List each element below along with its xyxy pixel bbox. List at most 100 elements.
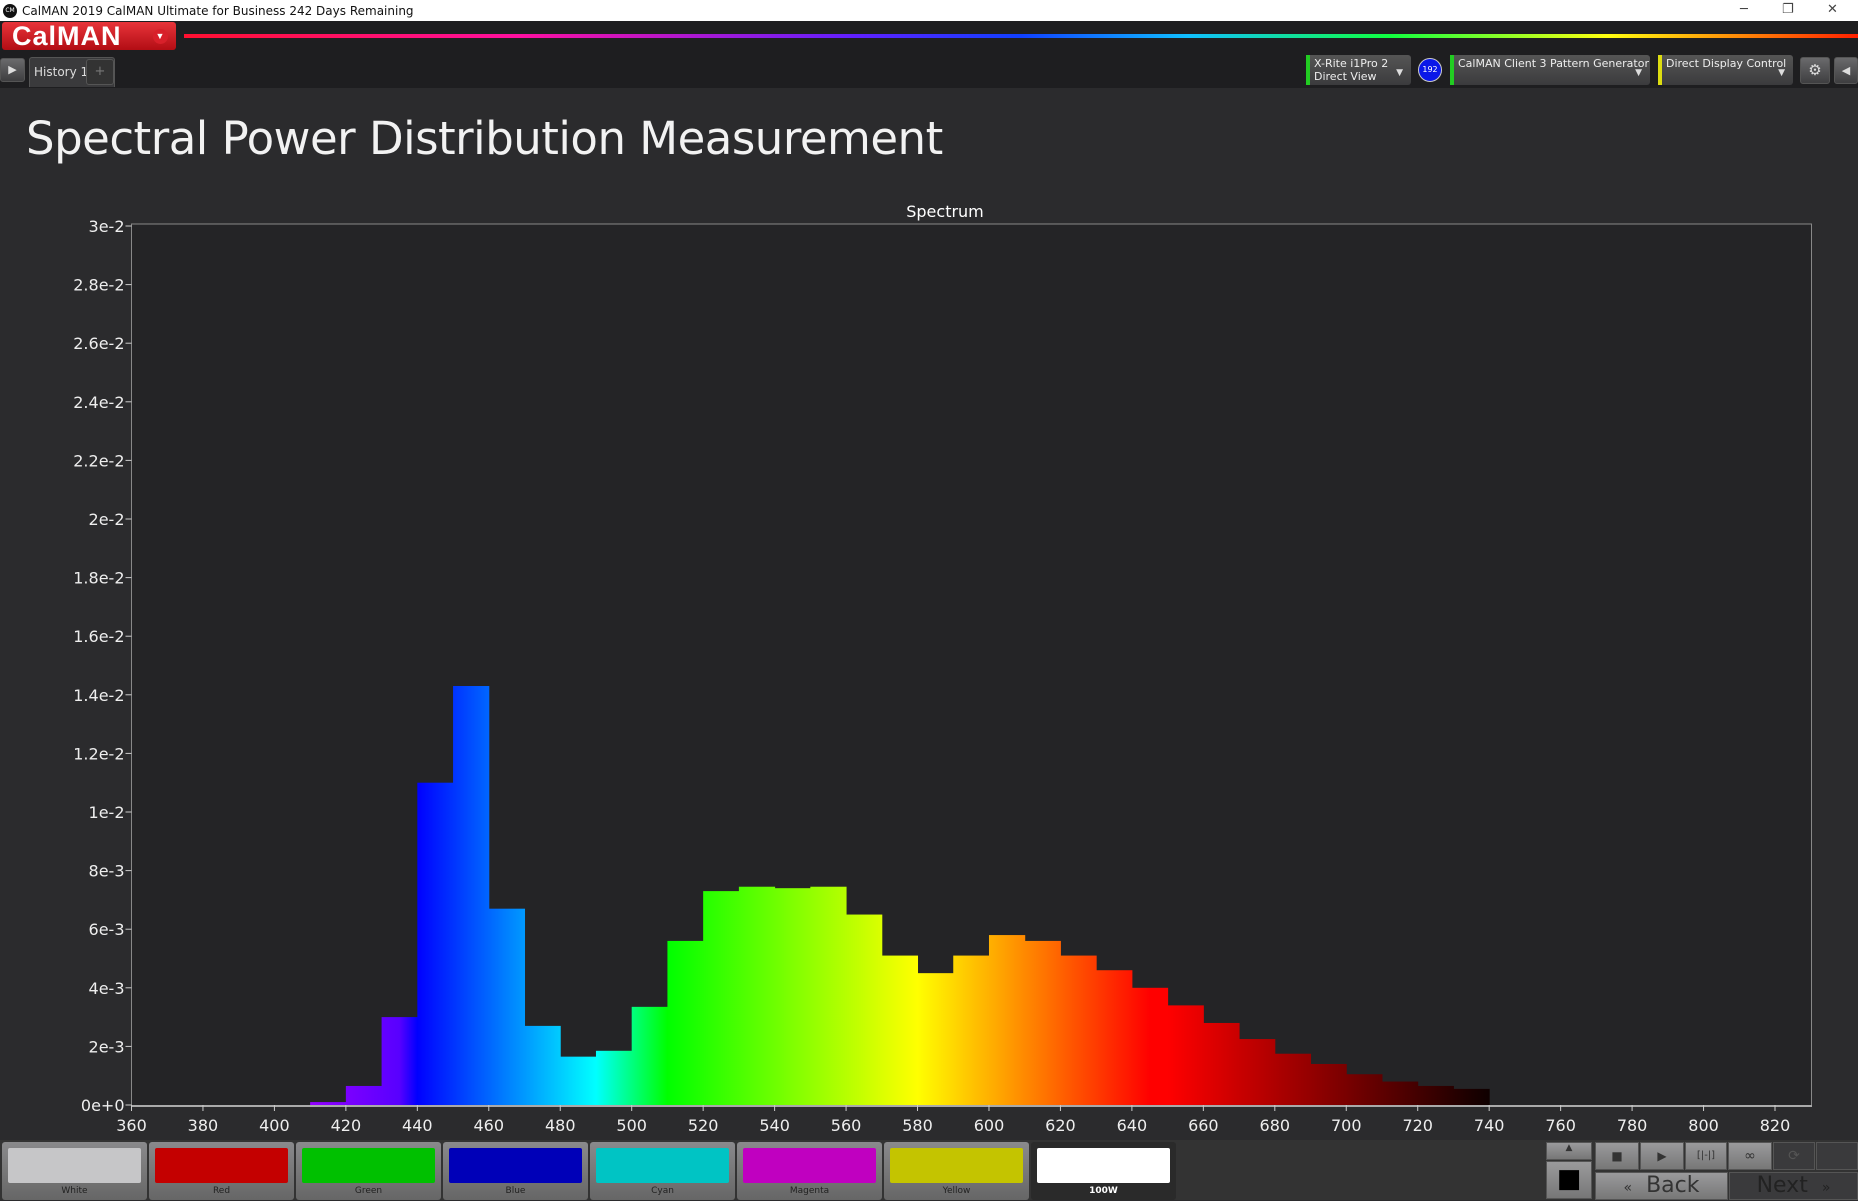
display-control-selector[interactable]: Direct Display Control ▼ (1658, 55, 1793, 85)
swatch-label: 100W (1089, 1186, 1118, 1196)
x-tick-label: 420 (331, 1116, 362, 1135)
swatch-color (155, 1148, 288, 1183)
loop-icon[interactable]: ∞ (1728, 1142, 1772, 1170)
swatch-color (8, 1148, 141, 1183)
spectrum-bar (1417, 1085, 1454, 1105)
swatch-label: Blue (505, 1186, 526, 1196)
x-tick-label: 780 (1617, 1116, 1648, 1135)
up-arrow-icon[interactable]: ▲ (1546, 1142, 1592, 1160)
swatch-100w[interactable]: 100W (1031, 1142, 1176, 1200)
stop-icon[interactable]: ■ (1595, 1142, 1639, 1170)
status-indicator (1306, 55, 1310, 85)
swatch-red[interactable]: Red (149, 1142, 294, 1200)
swatch-green[interactable]: Green (296, 1142, 441, 1200)
refresh-icon[interactable]: ⟳ (1773, 1142, 1815, 1170)
y-tick-label: 2.4e-2 (73, 393, 124, 412)
meter-selector[interactable]: X-Rite i1Pro 2 Direct View ▼ (1306, 55, 1411, 85)
spectrum-bar (1203, 1022, 1240, 1105)
swatch-magenta[interactable]: Magenta (737, 1142, 882, 1200)
swatch-label: Magenta (789, 1186, 830, 1196)
swatch-cyan[interactable]: Cyan (590, 1142, 735, 1200)
chart-title: Spectrum (906, 202, 984, 221)
status-indicator (1450, 55, 1454, 85)
swatch-color (449, 1148, 582, 1183)
x-tick-label: 360 (116, 1116, 147, 1135)
spectrum-bar (988, 935, 1026, 1105)
settings-gear-icon[interactable]: ⚙ (1800, 57, 1830, 84)
y-tick-label: 2e-3 (89, 1037, 125, 1056)
y-tick-label: 0e+0 (81, 1096, 125, 1115)
x-tick-label: 400 (259, 1116, 290, 1135)
close-button[interactable]: ✕ (1827, 2, 1838, 17)
play-icon[interactable]: ▶ (1640, 1142, 1684, 1170)
swatch-yellow[interactable]: Yellow (884, 1142, 1029, 1200)
back-label: Back (1646, 1173, 1700, 1198)
swatch-label: Yellow (942, 1186, 971, 1196)
x-tick-label: 820 (1760, 1116, 1791, 1135)
spectrum-bar (595, 1050, 633, 1105)
y-tick-label: 2.8e-2 (73, 276, 124, 295)
y-tick-label: 8e-3 (89, 862, 125, 881)
y-tick-label: 3e-2 (89, 217, 125, 236)
y-tick-label: 2.2e-2 (73, 451, 124, 470)
spectrum-bar (1096, 970, 1133, 1105)
spectrum-bar (345, 1085, 383, 1105)
spectrum-bar (560, 1056, 597, 1105)
rainbow-divider (184, 34, 1858, 38)
y-tick-label: 4e-3 (89, 979, 125, 998)
x-tick-label: 760 (1545, 1116, 1576, 1135)
back-button[interactable]: « Back (1595, 1172, 1728, 1200)
x-tick-label: 380 (188, 1116, 219, 1135)
tab-label: History 1 (34, 65, 89, 79)
next-button[interactable]: Next » (1729, 1172, 1858, 1200)
window-titlebar: CM CalMAN 2019 CalMAN Ultimate for Busin… (0, 0, 1858, 21)
x-tick-label: 700 (1331, 1116, 1362, 1135)
spectrum-bar (1346, 1074, 1383, 1105)
restore-button[interactable]: ❐ (1782, 2, 1794, 17)
fit-icon[interactable]: [|-|] (1685, 1142, 1727, 1170)
swatch-label: Green (354, 1186, 383, 1196)
window-title: CalMAN 2019 CalMAN Ultimate for Business… (22, 3, 414, 18)
spectrum-bar (417, 782, 454, 1105)
playback-controls: ▲ ■ ■ ▶ [|-|] ∞ ⟳ « Back Next » (1545, 1140, 1858, 1200)
y-tick-label: 1e-2 (89, 803, 125, 822)
spectrum-bar (917, 973, 954, 1105)
spectrum-bar (1239, 1039, 1276, 1105)
spectrum-bar (310, 1102, 347, 1105)
x-tick-label: 620 (1045, 1116, 1076, 1135)
chevron-down-icon: ▼ (1396, 68, 1403, 78)
chevron-down-icon: ▼ (1635, 68, 1642, 78)
spectrum-bar (1060, 955, 1097, 1105)
swatch-blue[interactable]: Blue (443, 1142, 588, 1200)
collapse-panel-icon[interactable]: ◀ (1834, 57, 1858, 84)
spectrum-bar (846, 914, 883, 1105)
page-title: Spectral Power Distribution Measurement (26, 112, 943, 165)
meter-badge[interactable]: 192 (1418, 58, 1442, 82)
y-tick-label: 2.6e-2 (73, 334, 124, 353)
y-tick-label: 2e-2 (89, 510, 125, 529)
spectrum-bar (1453, 1088, 1490, 1105)
spectrum-bar (1131, 987, 1169, 1105)
next-label: Next (1756, 1173, 1808, 1198)
minimize-button[interactable]: ─ (1740, 2, 1748, 17)
x-tick-label: 560 (831, 1116, 862, 1135)
source-selector[interactable]: CalMAN Client 3 Pattern Generator ▼ (1450, 55, 1650, 85)
x-tick-label: 500 (616, 1116, 647, 1135)
swatch-white[interactable]: White (2, 1142, 147, 1200)
x-tick-label: 460 (474, 1116, 505, 1135)
calman-menu-button[interactable]: CalMAN ▼ (2, 22, 176, 50)
tab-row: ▶ History 1 + X-Rite i1Pro 2 Direct View… (0, 51, 1858, 88)
spectrum-bar (453, 686, 490, 1105)
back-icon: « (1623, 1180, 1633, 1196)
y-tick-label: 1.2e-2 (73, 744, 124, 763)
stop-big-button[interactable]: ■ (1546, 1161, 1592, 1199)
play-icon[interactable]: ▶ (0, 58, 25, 82)
add-tab-button[interactable]: + (86, 59, 114, 85)
brand-label: CalMAN (12, 21, 122, 51)
app-logo-icon: CM (3, 3, 17, 18)
spectrum-bar (953, 955, 990, 1105)
x-tick-label: 520 (688, 1116, 719, 1135)
spectrum-chart: Spectrum 360 380 400 420 440 460 480 500 520 540 5… (73, 202, 1812, 1135)
spectrum-bar (738, 886, 776, 1105)
swatch-label: Cyan (651, 1186, 674, 1196)
